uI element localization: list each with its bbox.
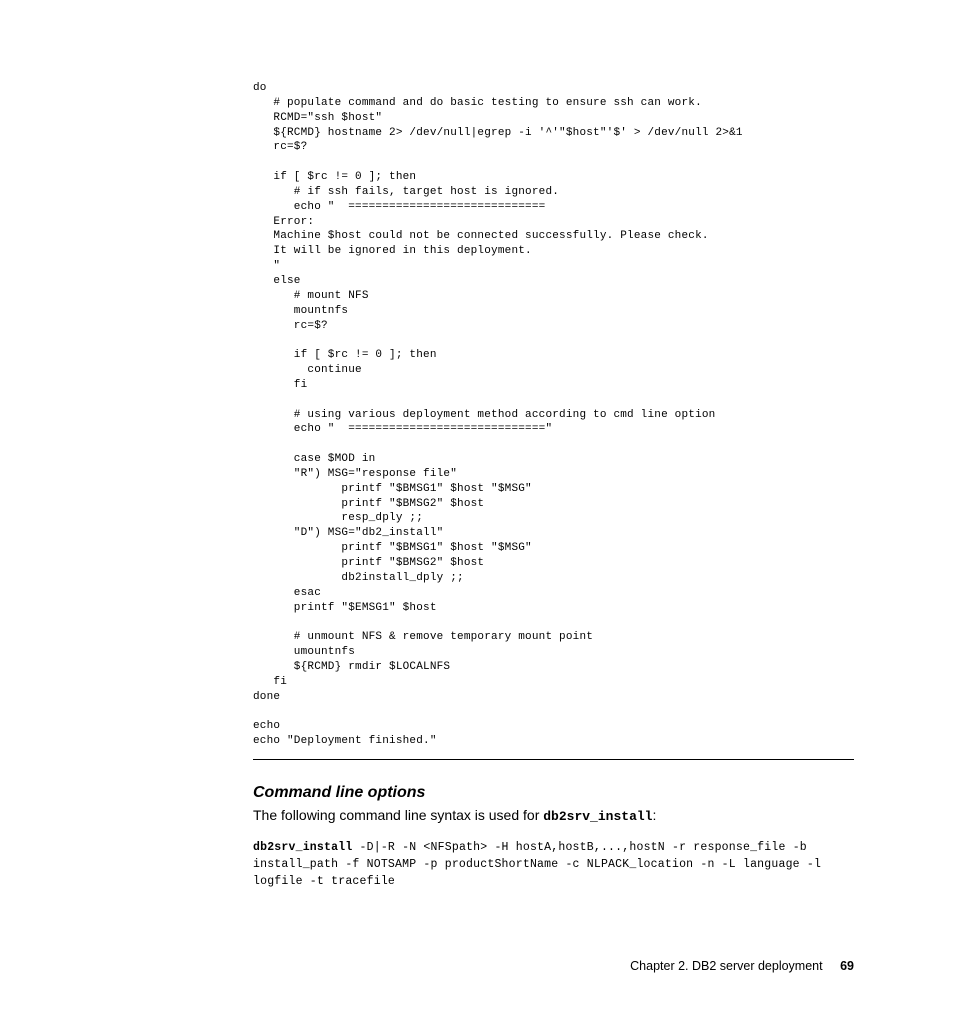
intro-paragraph: The following command line syntax is use… <box>253 806 854 826</box>
footer-chapter-label: Chapter 2. DB2 server deployment <box>630 959 822 973</box>
intro-command-name: db2srv_install <box>543 809 652 824</box>
section-heading-command-line-options: Command line options <box>253 784 854 802</box>
shell-script-code-block: do # populate command and do basic testi… <box>253 81 854 760</box>
syntax-command-name: db2srv_install <box>253 841 352 854</box>
intro-text-prefix: The following command line syntax is use… <box>253 807 543 823</box>
footer-page-number: 69 <box>840 959 854 973</box>
document-page: do # populate command and do basic testi… <box>0 0 954 1011</box>
intro-text-suffix: : <box>652 807 656 823</box>
page-footer: Chapter 2. DB2 server deployment 69 <box>630 959 854 973</box>
command-syntax-block: db2srv_install -D|-R -N <NFSpath> -H hos… <box>253 840 854 890</box>
